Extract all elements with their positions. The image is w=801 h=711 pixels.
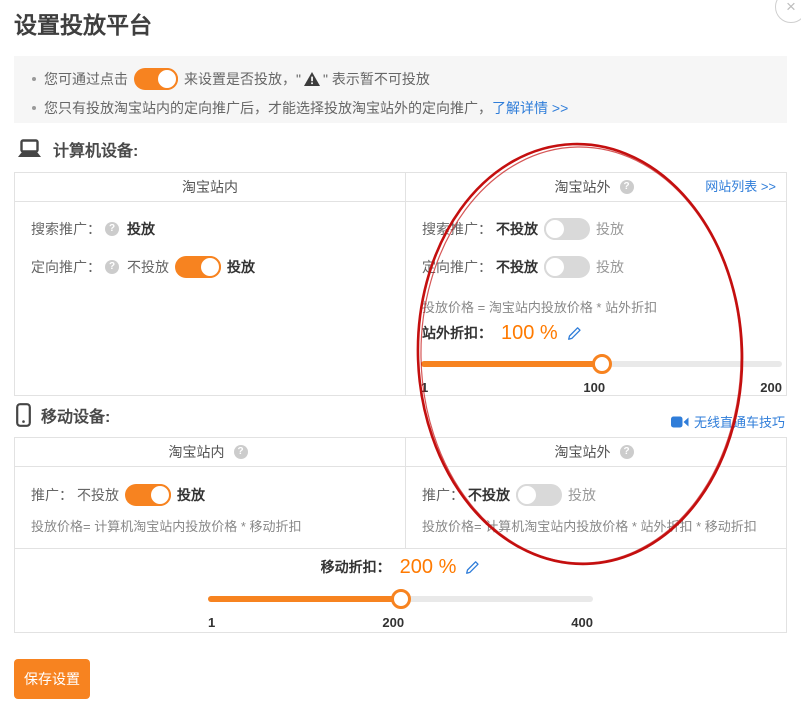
toggle-knob [149, 484, 171, 506]
slider-handle[interactable] [391, 589, 411, 609]
save-settings-button[interactable]: 保存设置 [14, 659, 90, 699]
website-list-link[interactable]: 网站列表 >> [705, 173, 776, 201]
computer-offsite-targeted-toggle[interactable] [544, 256, 590, 278]
mobile-table-header: 淘宝站内 ? 淘宝站外 ? [15, 438, 786, 467]
notice-text: " 表示暂不可投放 [323, 69, 430, 89]
section-title: 移动设备: [41, 403, 110, 427]
bullet-dot [32, 77, 36, 81]
learn-more-link[interactable]: 了解详情 >> [492, 98, 568, 118]
help-icon[interactable]: ? [234, 445, 248, 459]
offsite-discount-line: 站外折扣： 100 % [406, 320, 786, 346]
computer-offsite-cell: 搜索推广： 不投放 投放 定向推广： 不投放 投放 投放价格 = 淘宝站内投放价… [406, 202, 786, 395]
mobile-table: 淘宝站内 ? 淘宝站外 ? 推广： 不投放 投放 投放价格= 计算机淘宝站内投放… [14, 437, 787, 633]
help-icon[interactable]: ? [105, 222, 119, 236]
computer-table-header: 淘宝站内 淘宝站外 ? 网站列表 >> [15, 173, 786, 202]
mobile-discount-line: 移动折扣： 200 % [15, 554, 786, 580]
header-onsite: 淘宝站内 ? [15, 438, 406, 466]
mobile-discount-slider[interactable] [208, 589, 593, 609]
edit-pencil-icon[interactable] [567, 326, 582, 341]
mobile-offsite-formula: 投放价格= 计算机淘宝站内投放价格 * 站外折扣 * 移动折扣 [406, 515, 786, 539]
notice-line-1: 您可通过点击 来设置是否投放，" " 表示暂不可投放 [28, 66, 773, 92]
computer-onsite-targeted-toggle[interactable] [175, 256, 221, 278]
slider-fill [421, 361, 602, 367]
video-camera-icon [671, 416, 689, 428]
search-promo-row: 搜索推广： ? 投放 [15, 210, 405, 248]
toggle-knob [544, 218, 566, 240]
bullet-dot [32, 106, 36, 110]
computer-table: 淘宝站内 淘宝站外 ? 网站列表 >> 搜索推广： ? 投放 定向推广： ? 不… [14, 172, 787, 396]
offsite-discount-slider[interactable] [421, 354, 782, 374]
notice-text: 来设置是否投放，" [184, 69, 301, 89]
laptop-icon [16, 139, 43, 160]
notice-text: 您只有投放淘宝站内的定向推广后，才能选择投放淘宝站外的定向推广， [44, 98, 492, 118]
help-icon[interactable]: ? [620, 180, 634, 194]
mobile-discount-value: 200 % [400, 556, 457, 579]
targeted-promo-row: 定向推广： 不投放 投放 [406, 248, 786, 286]
header-offsite: 淘宝站外 ? [406, 438, 786, 466]
wireless-tips-link[interactable]: 无线直通车技巧 [671, 412, 785, 431]
slider-fill [208, 596, 401, 602]
notice-line-2: 您只有投放淘宝站内的定向推广后，才能选择投放淘宝站外的定向推广， 了解详情 >> [28, 95, 773, 121]
computer-onsite-cell: 搜索推广： ? 投放 定向推广： ? 不投放 投放 [15, 202, 406, 395]
promo-row: 推广： 不投放 投放 [406, 477, 786, 513]
toggle-knob [156, 68, 178, 90]
offsite-discount-value: 100 % [501, 322, 558, 345]
targeted-promo-row: 定向推广： ? 不投放 投放 [15, 248, 405, 286]
offsite-price-formula: 投放价格 = 淘宝站内投放价格 * 站外折扣 [406, 296, 786, 320]
toggle-knob [516, 484, 538, 506]
mobile-offsite-promo-toggle[interactable] [516, 484, 562, 506]
example-toggle [134, 68, 178, 90]
phone-icon [16, 403, 31, 427]
slider-scale: 1 100 200 [421, 380, 782, 395]
computer-offsite-search-toggle[interactable] [544, 218, 590, 240]
mobile-onsite-promo-toggle[interactable] [125, 484, 171, 506]
slider-scale: 1 200 400 [208, 615, 593, 630]
edit-pencil-icon[interactable] [465, 560, 480, 575]
section-title: 计算机设备: [53, 137, 138, 161]
notice-text: 您可通过点击 [44, 69, 128, 89]
mobile-onsite-formula: 投放价格= 计算机淘宝站内投放价格 * 移动折扣 [15, 515, 405, 539]
warning-icon [304, 72, 320, 86]
mobile-section-label: 移动设备: [16, 403, 110, 427]
promo-row: 推广： 不投放 投放 [15, 477, 405, 513]
computer-section-label: 计算机设备: [16, 137, 138, 161]
close-icon[interactable]: × [775, 0, 801, 23]
mobile-onsite-cell: 推广： 不投放 投放 投放价格= 计算机淘宝站内投放价格 * 移动折扣 [15, 467, 406, 548]
toggle-knob [544, 256, 566, 278]
slider-handle[interactable] [592, 354, 612, 374]
mobile-offsite-cell: 推广： 不投放 投放 投放价格= 计算机淘宝站内投放价格 * 站外折扣 * 移动… [406, 467, 786, 548]
notice-box: 您可通过点击 来设置是否投放，" " 表示暂不可投放 您只有投放淘宝站内的定向推… [14, 56, 787, 123]
search-promo-row: 搜索推广： 不投放 投放 [406, 210, 786, 248]
toggle-knob [199, 256, 221, 278]
page-title: 设置投放平台 [14, 6, 152, 40]
header-onsite: 淘宝站内 [15, 173, 406, 201]
mobile-discount-area: 移动折扣： 200 % 1 200 400 [15, 548, 786, 630]
help-icon[interactable]: ? [105, 260, 119, 274]
help-icon[interactable]: ? [620, 445, 634, 459]
